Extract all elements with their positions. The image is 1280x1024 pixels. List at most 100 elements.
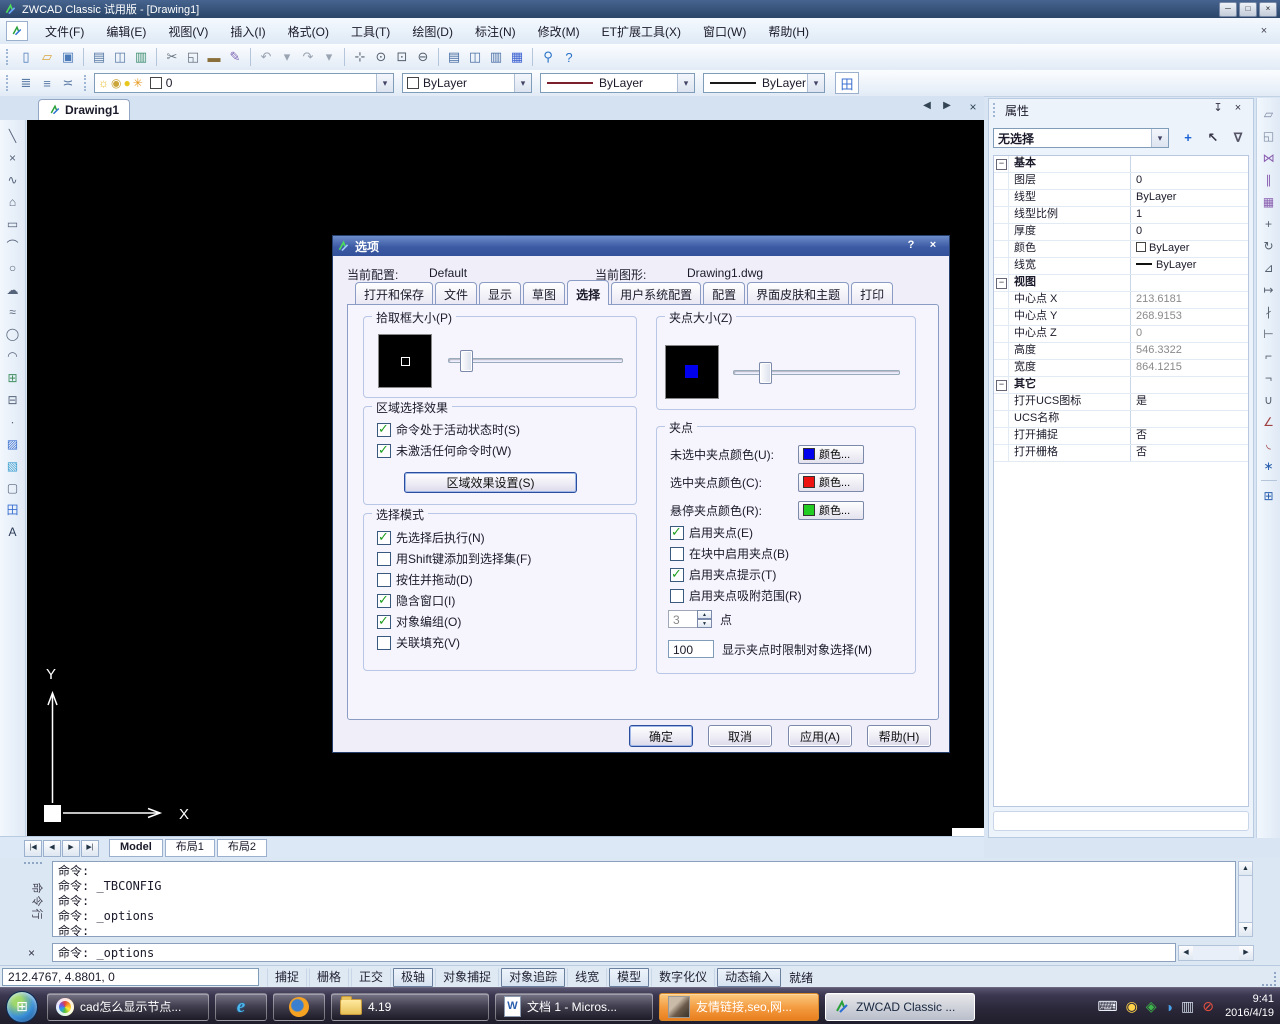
make-block-icon[interactable]: ⊟ — [3, 390, 22, 409]
checkbox-option[interactable]: 启用夹点(E) — [670, 522, 802, 543]
open-folder-icon[interactable]: ▱ — [37, 47, 57, 67]
collapse-icon[interactable] — [994, 360, 1009, 376]
ok-button[interactable]: 确定 — [629, 725, 693, 747]
region-icon[interactable]: ▢ — [3, 478, 22, 497]
layout-nav-icon[interactable]: ▶ — [62, 840, 80, 857]
grip-limit-input[interactable]: 100 — [668, 640, 714, 658]
collapse-icon[interactable] — [994, 241, 1009, 257]
close-icon[interactable]: × — [1259, 2, 1277, 17]
prev-document-icon[interactable]: ◀ — [920, 100, 934, 111]
panel-grip[interactable] — [993, 103, 999, 117]
dialog-tab[interactable]: 配置 — [703, 282, 745, 305]
arc-icon[interactable]: ⌒ — [3, 236, 22, 255]
mtext-icon[interactable]: A — [3, 522, 22, 541]
checkbox-option[interactable]: 启用夹点提示(T) — [670, 564, 802, 585]
color-button[interactable]: 颜色... — [798, 473, 864, 492]
construction-line-icon[interactable]: × — [3, 148, 22, 167]
dropdown-arrow-icon[interactable]: ▾ — [376, 74, 393, 92]
checkbox-box[interactable] — [377, 594, 391, 608]
array-icon[interactable]: ▦ — [1259, 192, 1278, 211]
match-properties-icon[interactable]: ✎ — [225, 47, 245, 67]
print-icon[interactable]: ▤ — [89, 47, 109, 67]
scroll-left-icon[interactable]: ◀ — [1179, 946, 1193, 960]
taskbar-clock[interactable]: 9:41 2016/4/19 — [1225, 992, 1274, 1020]
explode-icon[interactable]: ∗ — [1259, 456, 1278, 475]
command-input[interactable]: 命令: _options — [52, 943, 1176, 962]
menu-item[interactable]: 帮助(H) — [757, 19, 820, 44]
property-row[interactable]: 厚度 0 — [994, 224, 1248, 241]
layer-states-icon[interactable]: ≡ — [37, 73, 57, 93]
taskbar-item-website[interactable]: 友情链接,seo,网... — [659, 993, 819, 1021]
find-icon[interactable]: ⚲ — [538, 47, 558, 67]
help-button[interactable]: 帮助(H) — [867, 725, 931, 747]
quick-select-icon[interactable]: + — [1179, 129, 1197, 147]
property-row[interactable]: 中心点 X 213.6181 — [994, 292, 1248, 309]
restore-icon[interactable]: □ — [1239, 2, 1257, 17]
menu-item[interactable]: 格式(O) — [277, 19, 340, 44]
properties-panel-header[interactable]: 属性 ↧ × — [989, 99, 1253, 121]
checkbox-box[interactable] — [377, 423, 391, 437]
collapse-icon[interactable] — [994, 411, 1009, 427]
collapse-icon[interactable] — [994, 394, 1009, 410]
layer-dropdown[interactable]: ☼◉●✳ 0 ▾ — [94, 73, 394, 93]
zoom-previous-icon[interactable]: ⊖ — [413, 47, 433, 67]
close-drawing-icon[interactable]: × — [966, 100, 980, 114]
stretch-icon[interactable]: ↦ — [1259, 280, 1278, 299]
layout-nav-icon[interactable]: |◀ — [24, 840, 42, 857]
mirror-icon[interactable]: ⋈ — [1259, 148, 1278, 167]
property-row[interactable]: 高度 546.3322 — [994, 343, 1248, 360]
minimize-icon[interactable]: ─ — [1219, 2, 1237, 17]
grip-size-slider[interactable] — [733, 362, 900, 382]
status-toggle[interactable]: 栅格 — [309, 968, 349, 987]
fillet-icon[interactable]: ◟ — [1259, 434, 1278, 453]
pan-icon[interactable]: ⊹ — [350, 47, 370, 67]
copy-object-icon[interactable]: ◱ — [1259, 126, 1278, 145]
property-row[interactable]: 线宽 ByLayer — [994, 258, 1248, 275]
dialog-tab[interactable]: 草图 — [523, 282, 565, 305]
break-at-point-icon[interactable]: ⌐ — [1259, 346, 1278, 365]
checkbox-option[interactable]: 隐含窗口(I) — [377, 590, 531, 611]
selection-dropdown[interactable]: 无选择 ▾ — [993, 128, 1169, 148]
command-history[interactable]: 命令:命令: _TBCONFIG命令:命令: _options命令: — [52, 861, 1236, 937]
collapse-icon[interactable] — [994, 207, 1009, 223]
status-toggle[interactable]: 数字化仪 — [651, 968, 715, 987]
toolbar-grip[interactable] — [84, 75, 89, 91]
scroll-down-icon[interactable]: ▼ — [1239, 922, 1252, 936]
dialog-tab[interactable]: 显示 — [479, 282, 521, 305]
property-row[interactable]: 线型比例 1 — [994, 207, 1248, 224]
slider-thumb[interactable] — [460, 350, 473, 372]
erase-icon[interactable]: ▱ — [1259, 104, 1278, 123]
checkbox-box[interactable] — [670, 589, 684, 603]
dropdown-arrow-icon[interactable]: ▾ — [1151, 129, 1168, 147]
command-hscrollbar[interactable]: ◀ ▶ — [1178, 945, 1254, 961]
rotate-icon[interactable]: ↻ — [1259, 236, 1278, 255]
tool-palettes-icon[interactable]: ◫ — [465, 47, 485, 67]
status-toggle[interactable]: 捕捉 — [267, 968, 307, 987]
properties-palette-icon[interactable]: ▤ — [444, 47, 464, 67]
chamfer-icon[interactable]: ∠ — [1259, 412, 1278, 431]
checkbox-box[interactable] — [377, 636, 391, 650]
help-icon[interactable]: ? — [903, 238, 919, 253]
taskbar-item-zwcad[interactable]: ZWCAD Classic ... — [825, 993, 975, 1021]
new-file-icon[interactable]: ▯ — [16, 47, 36, 67]
cancel-button[interactable]: 取消 — [708, 725, 772, 747]
status-toggle[interactable]: 模型 — [609, 968, 649, 987]
snap-range-input[interactable]: 3 — [668, 610, 698, 628]
menu-item[interactable]: 标注(N) — [464, 19, 527, 44]
save-icon[interactable]: ▣ — [58, 47, 78, 67]
slider-track[interactable] — [448, 358, 623, 363]
dialog-tab[interactable]: 选择 — [567, 280, 609, 305]
property-row[interactable]: 基本 — [994, 156, 1248, 173]
calculator-icon[interactable]: ▦ — [507, 47, 527, 67]
spin-up-icon[interactable]: ▲ — [697, 610, 712, 619]
taskbar-item-word[interactable]: W 文档 1 - Micros... — [495, 993, 653, 1021]
color-dropdown[interactable]: ByLayer ▾ — [402, 73, 532, 93]
table-cells-icon[interactable]: 田 — [835, 72, 859, 94]
status-toggle[interactable]: 动态输入 — [717, 968, 781, 987]
property-row[interactable]: 其它 — [994, 377, 1248, 394]
status-toggle[interactable]: 极轴 — [393, 968, 433, 987]
property-row[interactable]: 视图 — [994, 275, 1248, 292]
layout-tab[interactable]: Model — [109, 839, 163, 857]
zoom-window-icon[interactable]: ⊡ — [392, 47, 412, 67]
collapse-icon[interactable] — [994, 224, 1009, 240]
